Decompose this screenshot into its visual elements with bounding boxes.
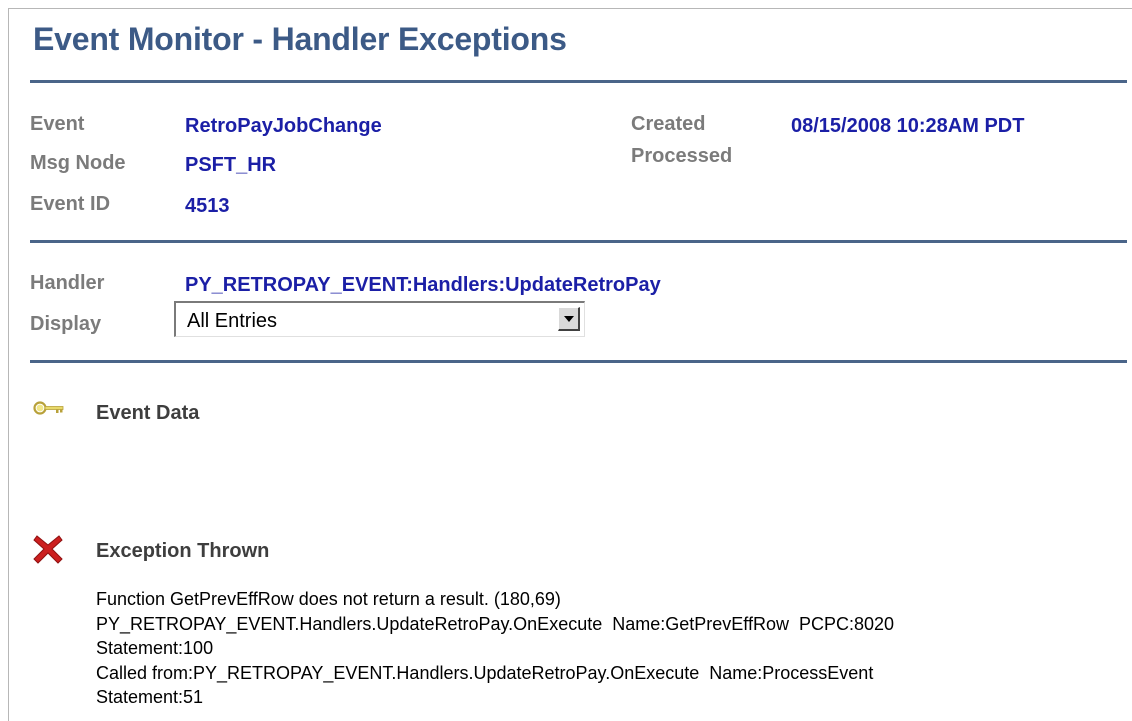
created-label: Created	[631, 113, 706, 135]
created-value: 08/15/2008 10:28AM PDT	[791, 115, 1025, 137]
msg-node-value: PSFT_HR	[185, 154, 277, 176]
display-select[interactable]: All Entries	[174, 301, 585, 337]
exception-line: Function GetPrevEffRow does not return a…	[96, 589, 561, 609]
divider-middle	[30, 240, 1127, 243]
event-id-label: Event ID	[30, 193, 111, 215]
display-select-dropdown-button[interactable]	[558, 307, 580, 331]
msg-node-label: Msg Node	[30, 152, 126, 174]
event-id-value: 4513	[185, 195, 230, 217]
divider-top	[30, 80, 1127, 83]
handler-label: Handler	[30, 272, 105, 294]
display-select-value: All Entries	[187, 310, 278, 332]
event-label: Event	[30, 113, 85, 135]
chevron-down-icon	[564, 316, 574, 322]
exception-message: Function GetPrevEffRow does not return a…	[96, 587, 894, 710]
exception-thrown-title: Exception Thrown	[96, 540, 270, 562]
key-icon[interactable]	[32, 400, 66, 420]
exception-line: Called from:PY_RETROPAY_EVENT.Handlers.U…	[96, 662, 874, 683]
event-data-title[interactable]: Event Data	[96, 402, 199, 425]
handler-value: PY_RETROPAY_EVENT:Handlers:UpdateRetroPa…	[185, 274, 661, 296]
event-value: RetroPayJobChange	[185, 115, 382, 137]
display-label: Display	[30, 313, 102, 335]
page-title: Event Monitor - Handler Exceptions	[33, 21, 567, 57]
exception-line: Statement:51	[96, 687, 204, 707]
exception-line: Statement:100	[96, 638, 214, 658]
processed-label: Processed	[631, 145, 733, 167]
red-x-icon	[33, 535, 63, 564]
divider-bottom	[30, 360, 1127, 363]
exception-line: PY_RETROPAY_EVENT.Handlers.UpdateRetroPa…	[96, 613, 895, 634]
